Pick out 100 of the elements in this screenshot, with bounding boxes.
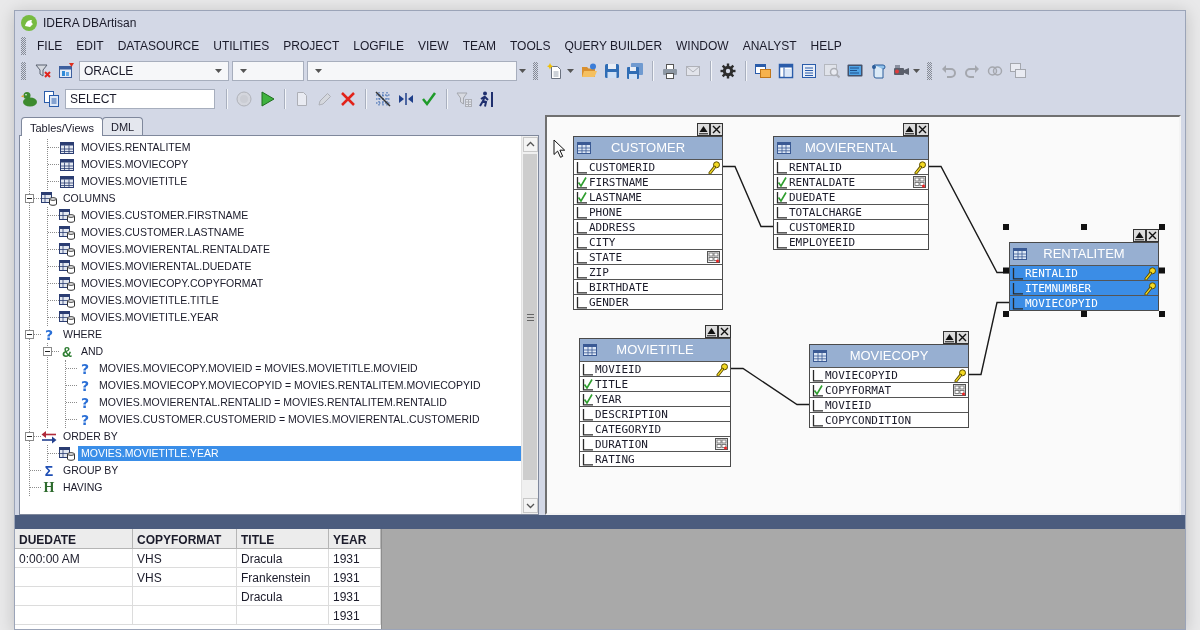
toolbar-grip[interactable] xyxy=(21,62,26,80)
dropdown-field[interactable] xyxy=(232,61,304,81)
join-arrows-icon[interactable] xyxy=(398,91,414,107)
selection-handle[interactable] xyxy=(1081,224,1087,230)
walking-figure-icon[interactable] xyxy=(479,91,495,107)
menu-item[interactable]: LOGFILE xyxy=(346,36,411,56)
collapse-icon[interactable] xyxy=(697,123,710,136)
tree-item[interactable]: MOVIES.MOVIETITLE.YEAR xyxy=(78,310,222,325)
checkbox[interactable] xyxy=(582,422,594,436)
menu-item[interactable]: FILE xyxy=(30,36,70,56)
tree-item[interactable]: COLUMNS xyxy=(60,191,119,206)
relationship-line[interactable] xyxy=(730,367,810,406)
close-icon[interactable] xyxy=(956,331,969,344)
close-icon[interactable] xyxy=(718,325,731,338)
tree-item[interactable]: MOVIES.RENTALITEM xyxy=(78,140,194,155)
scroll-down-icon[interactable] xyxy=(522,498,538,513)
tree-item[interactable]: GROUP BY xyxy=(60,463,122,478)
selection-handle[interactable] xyxy=(1159,224,1165,230)
checkbox[interactable] xyxy=(582,362,594,376)
checkbox[interactable] xyxy=(776,220,788,234)
collapse-box-icon[interactable] xyxy=(25,432,34,441)
close-icon[interactable] xyxy=(710,123,723,136)
checkbox[interactable] xyxy=(1012,266,1024,280)
tree-item[interactable]: MOVIES.CUSTOMER.LASTNAME xyxy=(78,225,248,240)
close-icon[interactable] xyxy=(916,123,929,136)
selection-handle[interactable] xyxy=(1159,311,1165,317)
caret-icon[interactable] xyxy=(566,68,575,74)
checkbox[interactable] xyxy=(776,205,788,219)
dropdown-field[interactable]: ORACLE xyxy=(79,61,229,81)
tree-item[interactable]: MOVIES.MOVIECOPY.MOVIECOPYID = MOVIES.RENTALITEM.MOVIECOPYID xyxy=(96,378,484,393)
column-header[interactable]: COPYFORMAT xyxy=(133,529,237,549)
dropdown-field[interactable] xyxy=(307,61,517,81)
check-icon[interactable] xyxy=(421,91,437,107)
tree-item[interactable]: MOVIES.MOVIECOPY.COPYFORMAT xyxy=(78,276,267,291)
checkbox[interactable] xyxy=(576,220,588,234)
tree-item[interactable]: MOVIES.MOVIERENTAL.RENTALID = MOVIES.RENTALITEM.RENTALID xyxy=(96,395,450,410)
selection-handle[interactable] xyxy=(1081,311,1087,317)
tree-item[interactable]: MOVIES.MOVIETITLE.TITLE xyxy=(78,293,222,308)
checkbox[interactable] xyxy=(776,175,788,189)
new-document-icon[interactable] xyxy=(547,63,563,79)
column-header[interactable]: DUEDATE xyxy=(15,529,133,549)
tree-item[interactable]: WHERE xyxy=(60,327,106,342)
printer-icon[interactable] xyxy=(662,63,678,79)
duck-icon[interactable] xyxy=(21,91,37,107)
checkbox[interactable] xyxy=(576,160,588,174)
column-header[interactable]: TITLE xyxy=(237,529,329,549)
menu-item[interactable]: TOOLS xyxy=(503,36,558,56)
tree-item[interactable]: HAVING xyxy=(60,480,106,495)
collapse-box-icon[interactable] xyxy=(25,194,34,203)
menu-item[interactable]: DATASOURCE xyxy=(110,36,207,56)
tree-item[interactable]: MOVIES.CUSTOMER.FIRSTNAME xyxy=(78,208,252,223)
checkbox[interactable] xyxy=(582,392,594,406)
x-mark-icon[interactable] xyxy=(340,91,356,107)
menu-item[interactable]: QUERY BUILDER xyxy=(557,36,670,56)
selection-handle[interactable] xyxy=(1003,311,1009,317)
checkbox[interactable] xyxy=(776,160,788,174)
menu-item[interactable]: UTILITIES xyxy=(206,36,277,56)
close-icon[interactable] xyxy=(1146,229,1159,242)
tree-item[interactable]: MOVIES.MOVIECOPY.MOVIEID = MOVIES.MOVIETITLE.MOVIEID xyxy=(96,361,421,376)
relationship-line[interactable] xyxy=(968,301,1010,376)
tree-item[interactable]: MOVIES.MOVIERENTAL.RENTALDATE xyxy=(78,242,274,257)
tree-item[interactable]: MOVIES.MOVIECOPY xyxy=(78,157,192,172)
selection-handle[interactable] xyxy=(1159,267,1165,274)
checkbox[interactable] xyxy=(1012,296,1024,310)
menu-item[interactable]: WINDOW xyxy=(669,36,736,56)
checkbox[interactable] xyxy=(576,205,588,219)
tree-item[interactable]: MOVIES.MOVIETITLE xyxy=(78,174,191,189)
tree-item[interactable]: MOVIES.MOVIERENTAL.DUEDATE xyxy=(78,259,255,274)
checkbox[interactable] xyxy=(576,295,588,309)
checkbox[interactable] xyxy=(576,280,588,294)
checkbox[interactable] xyxy=(776,235,788,249)
play-icon[interactable] xyxy=(259,91,275,107)
checkbox[interactable] xyxy=(576,175,588,189)
toolbar-grip[interactable] xyxy=(533,62,538,80)
list-window-icon[interactable] xyxy=(801,63,817,79)
tree-item[interactable]: AND xyxy=(78,344,107,359)
checkbox[interactable] xyxy=(582,407,594,421)
dotted-grid-icon[interactable] xyxy=(375,91,391,107)
menu-item[interactable]: EDIT xyxy=(69,36,111,56)
checkbox[interactable] xyxy=(582,452,594,466)
collapse-icon[interactable] xyxy=(903,123,916,136)
menu-item[interactable]: HELP xyxy=(803,36,849,56)
checkbox[interactable] xyxy=(582,377,594,391)
cascade-windows-icon[interactable] xyxy=(755,63,771,79)
menu-item[interactable]: ANALYST xyxy=(735,36,804,56)
selection-handle[interactable] xyxy=(1003,267,1009,274)
checkbox[interactable] xyxy=(576,265,588,279)
caret-icon[interactable] xyxy=(518,68,527,74)
checkbox[interactable] xyxy=(582,437,594,451)
collapse-icon[interactable] xyxy=(1133,229,1146,242)
checkbox[interactable] xyxy=(1012,281,1024,295)
menu-item[interactable]: TEAM xyxy=(455,36,503,56)
floppy-disks-icon[interactable] xyxy=(627,63,643,79)
copy-documents-icon[interactable] xyxy=(44,91,60,107)
tree-item[interactable]: MOVIES.CUSTOMER.CUSTOMERID = MOVIES.MOVIERENTAL.CUSTOMERID xyxy=(96,412,483,427)
collapse-icon[interactable] xyxy=(943,331,956,344)
checkbox[interactable] xyxy=(812,413,824,427)
settings-icon[interactable] xyxy=(720,63,736,79)
relationship-line[interactable] xyxy=(722,165,774,228)
checkbox[interactable] xyxy=(576,250,588,264)
